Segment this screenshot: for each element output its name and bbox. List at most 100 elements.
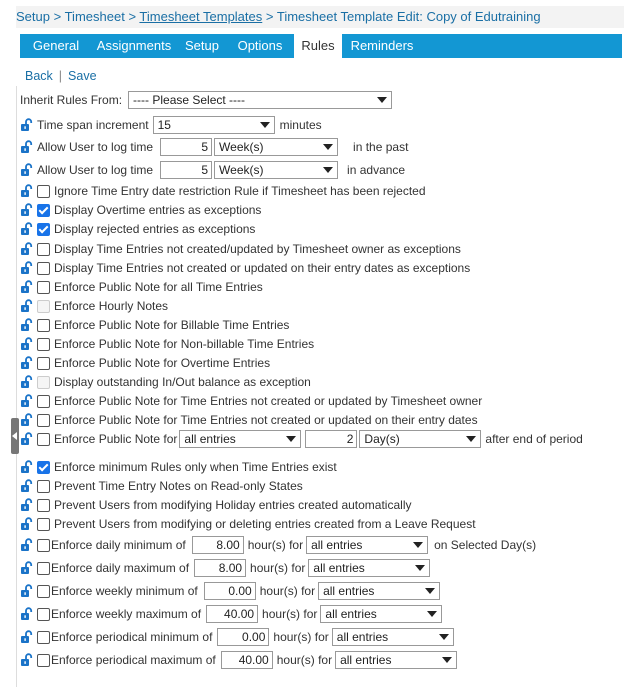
- unlocked-padlock-icon[interactable]: [20, 584, 34, 598]
- log-advance-period-select[interactable]: Week(s): [214, 161, 339, 179]
- unlocked-padlock-icon[interactable]: [20, 561, 34, 575]
- log-past-number-input[interactable]: 5: [160, 138, 213, 156]
- tab-setup[interactable]: Setup: [180, 34, 224, 58]
- unlocked-padlock-icon[interactable]: [20, 337, 34, 351]
- breadcrumb-setup[interactable]: Setup: [16, 9, 50, 24]
- log-past-period-select[interactable]: Week(s): [214, 138, 339, 156]
- chevron-down-icon: [466, 436, 477, 442]
- limit-checkbox[interactable]: [37, 607, 50, 621]
- unlocked-padlock-icon[interactable]: [20, 280, 34, 294]
- unlocked-padlock-icon[interactable]: [20, 118, 34, 132]
- public-note-entries-select[interactable]: all entries: [179, 430, 302, 448]
- limit-entries-select[interactable]: all entries: [320, 605, 443, 623]
- tab-general[interactable]: General: [24, 34, 88, 58]
- tab-reminders[interactable]: Reminders: [346, 34, 418, 58]
- rule-checkbox[interactable]: [37, 394, 50, 408]
- rule-checkbox[interactable]: [37, 242, 50, 256]
- rule-label: Enforce Public Note for Billable Time En…: [54, 318, 290, 332]
- limit-checkbox[interactable]: [37, 561, 50, 575]
- limit-hours-input[interactable]: 8.00: [194, 559, 247, 577]
- log-advance-row: Allow User to log time 5 Week(s) in adva…: [20, 161, 405, 179]
- unlocked-padlock-icon[interactable]: [20, 630, 34, 644]
- limit-entries-select[interactable]: all entries: [318, 582, 441, 600]
- rule-checkbox[interactable]: [37, 517, 50, 531]
- rule-checkbox[interactable]: [37, 318, 50, 332]
- limit-hours-input[interactable]: 0.00: [217, 628, 270, 646]
- tab-rules[interactable]: Rules: [294, 34, 342, 60]
- unlocked-padlock-icon[interactable]: [20, 140, 34, 154]
- public-note-days-input[interactable]: 2: [305, 430, 358, 448]
- rule-checkbox[interactable]: [37, 356, 50, 370]
- rule-checkbox[interactable]: [37, 337, 50, 351]
- unlocked-padlock-icon[interactable]: [20, 653, 34, 667]
- tab-bar: General Assignments Setup Options Rules …: [20, 34, 622, 60]
- limit-hours-input[interactable]: 0.00: [203, 582, 256, 600]
- breadcrumb-templates[interactable]: Timesheet Templates: [139, 9, 262, 24]
- unlocked-padlock-icon[interactable]: [20, 184, 34, 198]
- breadcrumb: Setup > Timesheet > Timesheet Templates …: [16, 6, 624, 28]
- unlocked-padlock-icon[interactable]: [20, 222, 34, 236]
- unlocked-padlock-icon[interactable]: [20, 375, 34, 389]
- log-advance-number-input[interactable]: 5: [160, 161, 213, 179]
- log-past-row: Allow User to log time 5 Week(s) in the …: [20, 138, 408, 156]
- limit-unit-label: hour(s) for: [273, 630, 329, 644]
- limit-row: Enforce periodical maximum of 40.00 hour(s…: [20, 651, 458, 669]
- rule-label: Enforce Public Note for Non-billable Tim…: [54, 337, 315, 351]
- rule-checkbox[interactable]: [37, 280, 50, 294]
- rule-checkbox[interactable]: [37, 479, 50, 493]
- time-span-select[interactable]: 15: [152, 116, 275, 134]
- limit-row: Enforce daily minimum of 8.00 hour(s) for a…: [20, 536, 536, 554]
- inherit-rules-select[interactable]: ---- Please Select ----: [128, 91, 393, 109]
- tab-options[interactable]: Options: [230, 34, 290, 58]
- limit-entries-select[interactable]: all entries: [331, 628, 454, 646]
- unlocked-padlock-icon[interactable]: [20, 413, 34, 427]
- rule-checkbox[interactable]: [37, 203, 50, 217]
- unlocked-padlock-icon[interactable]: [20, 460, 34, 474]
- unlocked-padlock-icon[interactable]: [20, 538, 34, 552]
- unlocked-padlock-icon[interactable]: [20, 607, 34, 621]
- unlocked-padlock-icon[interactable]: [20, 394, 34, 408]
- unlocked-padlock-icon[interactable]: [20, 479, 34, 493]
- limit-hours-input[interactable]: 8.00: [191, 536, 244, 554]
- rule-checkbox[interactable]: [37, 498, 50, 512]
- rule-label: Display Time Entries not created or upda…: [54, 261, 471, 275]
- rule-checkbox[interactable]: [37, 261, 50, 275]
- limit-entries-select[interactable]: all entries: [308, 559, 431, 577]
- unlocked-padlock-icon[interactable]: [20, 261, 34, 275]
- tab-assignments[interactable]: Assignments: [88, 34, 180, 58]
- limit-hours-input[interactable]: 40.00: [220, 651, 273, 669]
- save-link[interactable]: Save: [68, 69, 97, 83]
- limit-checkbox[interactable]: [37, 584, 50, 598]
- breadcrumb-timesheet[interactable]: Timesheet: [65, 9, 125, 24]
- limit-checkbox[interactable]: [37, 630, 50, 644]
- limit-hours-input[interactable]: 40.00: [206, 605, 259, 623]
- rule-checkbox[interactable]: [37, 460, 50, 474]
- unlocked-padlock-icon[interactable]: [20, 299, 34, 313]
- rule-checkbox[interactable]: [37, 184, 50, 198]
- public-note-period-select[interactable]: Day(s): [359, 430, 482, 448]
- unlocked-padlock-icon[interactable]: [20, 356, 34, 370]
- breadcrumb-current: Timesheet Template Edit: Copy of Edutrai…: [276, 9, 541, 24]
- rule-checkbox[interactable]: [37, 413, 50, 427]
- rule-label: Prevent Time Entry Notes on Read-only St…: [54, 479, 303, 493]
- limit-entries-select[interactable]: all entries: [335, 651, 458, 669]
- limit-unit-label: hour(s) for: [247, 538, 304, 552]
- collapse-handle-icon[interactable]: [11, 418, 19, 454]
- unlocked-padlock-icon[interactable]: [20, 163, 34, 177]
- unlocked-padlock-icon[interactable]: [20, 517, 34, 531]
- rule-checkbox[interactable]: [37, 222, 50, 236]
- back-link[interactable]: Back: [25, 69, 53, 83]
- log-advance-label: Allow User to log time: [37, 163, 154, 177]
- limit-checkbox[interactable]: [37, 653, 50, 667]
- unlocked-padlock-icon[interactable]: [20, 203, 34, 217]
- unlocked-padlock-icon[interactable]: [20, 318, 34, 332]
- public-note-period-checkbox[interactable]: [37, 432, 50, 446]
- limit-checkbox[interactable]: [37, 538, 50, 552]
- unlocked-padlock-icon[interactable]: [20, 432, 34, 446]
- unlocked-padlock-icon[interactable]: [20, 242, 34, 256]
- action-separator: |: [58, 69, 63, 83]
- limit-entries-select[interactable]: all entries: [306, 536, 429, 554]
- rule-row: Prevent Time Entry Notes on Read-only St…: [20, 477, 303, 495]
- limit-unit-label: hour(s) for: [250, 561, 306, 575]
- unlocked-padlock-icon[interactable]: [20, 498, 34, 512]
